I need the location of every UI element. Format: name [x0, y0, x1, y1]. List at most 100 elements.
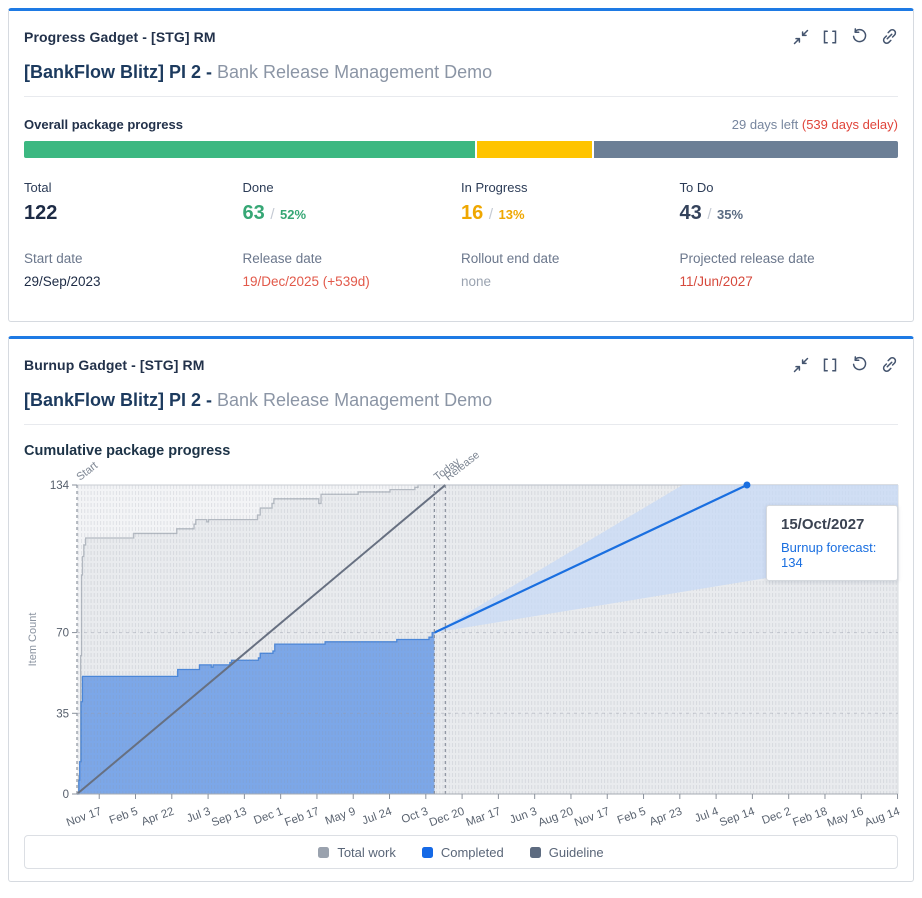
- stat-todo-label: To Do: [680, 180, 899, 195]
- progress-segment-done: [24, 141, 475, 158]
- progress-segment-todo: [594, 141, 898, 158]
- x-tick-10: Dec 20: [428, 806, 466, 830]
- x-tick-18: Sep 14: [718, 805, 757, 829]
- x-tick-17: Jul 4: [693, 805, 720, 825]
- x-tick-8: Jul 24: [361, 805, 395, 827]
- package-title: [BankFlow Blitz] PI 2 - Bank Release Man…: [24, 62, 898, 83]
- burnup-gadget-header: Burnup Gadget - [STG] RM: [24, 356, 898, 373]
- stat-done-label: Done: [243, 180, 462, 195]
- gadget-toolbar: [793, 28, 898, 45]
- legend-label: Completed: [441, 845, 504, 860]
- overall-progress-label: Overall package progress: [24, 117, 183, 132]
- legend-swatch-guideline: [530, 847, 541, 858]
- x-tick-21: May 16: [826, 806, 866, 830]
- release-date: Release date 19/Dec/2025 (+539d): [243, 251, 462, 289]
- chart-tooltip: 15/Oct/2027 Burnup forecast: 134: [766, 505, 898, 581]
- start-date: Start date 29/Sep/2023: [24, 251, 243, 289]
- collapse-icon[interactable]: [793, 29, 809, 45]
- rollout-end-date-label: Rollout end date: [461, 251, 680, 266]
- release-date-value: 19/Dec/2025 (+539d): [243, 274, 462, 289]
- legend-swatch-completed: [422, 847, 433, 858]
- package-name: [BankFlow Blitz] PI 2 -: [24, 62, 217, 82]
- refresh-icon[interactable]: [851, 356, 868, 373]
- x-tick-22: Aug 14: [863, 805, 902, 829]
- package-title: [BankFlow Blitz] PI 2 - Bank Release Man…: [24, 390, 898, 411]
- chart-title: Cumulative package progress: [24, 443, 898, 459]
- stat-inprogress-value: 16: [461, 202, 483, 224]
- x-tick-13: Aug 20: [537, 806, 575, 830]
- package-description: Bank Release Management Demo: [217, 390, 492, 410]
- legend-total-work: Total work: [318, 845, 396, 860]
- y-tick-35: 35: [56, 708, 69, 720]
- stat-done-value: 63: [243, 202, 265, 224]
- projected-release-date-label: Projected release date: [680, 251, 899, 266]
- stat-inprogress-pct: 13%: [499, 207, 525, 222]
- legend-guideline: Guideline: [530, 845, 604, 860]
- stat-total: Total 122: [24, 180, 243, 225]
- stat-inprogress-label: In Progress: [461, 180, 680, 195]
- marker-label-start: Start: [74, 460, 100, 484]
- x-tick-5: Dec 1: [252, 806, 284, 828]
- start-date-label: Start date: [24, 251, 243, 266]
- x-axis-labels: Nov 17Feb 5Apr 22Jul 3Sep 13Dec 1Feb 17M…: [65, 794, 902, 830]
- stat-total-label: Total: [24, 180, 243, 195]
- x-tick-20: Feb 18: [791, 806, 829, 830]
- collapse-icon[interactable]: [793, 357, 809, 373]
- burnup-gadget-card: Burnup Gadget - [STG] RM [BankFlow Blitz…: [8, 336, 914, 882]
- x-tick-1: Feb 5: [108, 806, 140, 827]
- legend-label: Total work: [337, 845, 396, 860]
- days-left-value: 29 days left: [732, 117, 802, 132]
- divider: [24, 424, 898, 425]
- fullscreen-icon[interactable]: [822, 29, 838, 45]
- gadget-title: Burnup Gadget - [STG] RM: [24, 357, 205, 373]
- legend-label: Guideline: [549, 845, 604, 860]
- overall-progress-bar: [24, 141, 898, 158]
- dates-row: Start date 29/Sep/2023 Release date 19/D…: [24, 251, 898, 289]
- x-tick-12: Jun 3: [508, 806, 539, 827]
- tooltip-forecast-value: Burnup forecast: 134: [781, 540, 883, 570]
- stat-done: Done 63 / 52%: [243, 180, 462, 225]
- tooltip-date: 15/Oct/2027: [781, 516, 883, 533]
- progress-segment-inprogress: [477, 141, 593, 158]
- y-axis-labels: 03570134: [50, 480, 77, 801]
- package-name: [BankFlow Blitz] PI 2 -: [24, 390, 217, 410]
- days-left-text: 29 days left (539 days delay): [732, 117, 898, 132]
- refresh-icon[interactable]: [851, 28, 868, 45]
- legend-swatch-total-work: [318, 847, 329, 858]
- rollout-end-date-value: none: [461, 274, 680, 289]
- release-date-label: Release date: [243, 251, 462, 266]
- progress-gadget-header: Progress Gadget - [STG] RM: [24, 28, 898, 45]
- slash: /: [270, 206, 274, 223]
- link-icon[interactable]: [881, 356, 898, 373]
- projected-release-date: Projected release date 11/Jun/2027: [680, 251, 899, 289]
- rollout-end-date: Rollout end date none: [461, 251, 680, 289]
- stat-inprogress: In Progress 16 / 13%: [461, 180, 680, 225]
- x-tick-2: Apr 22: [140, 806, 176, 829]
- burnup-chart-area: StartTodayRelease03570134Nov 17Feb 5Apr …: [24, 461, 898, 829]
- y-axis-title: Item Count: [27, 613, 39, 667]
- slash: /: [489, 206, 493, 223]
- fullscreen-icon[interactable]: [822, 357, 838, 373]
- stat-todo: To Do 43 / 35%: [680, 180, 899, 225]
- x-tick-4: Sep 13: [210, 806, 248, 830]
- x-tick-19: Dec 2: [760, 806, 792, 828]
- stats-row: Total 122 Done 63 / 52% In Progress 16 /…: [24, 180, 898, 225]
- stat-todo-pct: 35%: [717, 207, 743, 222]
- chart-legend: Total work Completed Guideline: [24, 835, 898, 869]
- link-icon[interactable]: [881, 28, 898, 45]
- stat-total-value: 122: [24, 202, 243, 225]
- y-tick-70: 70: [56, 628, 69, 640]
- x-tick-16: Apr 23: [648, 806, 684, 829]
- start-date-value: 29/Sep/2023: [24, 274, 243, 289]
- slash: /: [707, 206, 711, 223]
- stat-todo-value: 43: [680, 202, 702, 224]
- divider: [24, 96, 898, 97]
- y-tick-0: 0: [63, 789, 69, 801]
- x-tick-11: Mar 17: [465, 806, 503, 830]
- progress-gadget-card: Progress Gadget - [STG] RM [BankFlow Bli…: [8, 8, 914, 322]
- x-tick-15: Feb 5: [616, 806, 648, 827]
- x-tick-9: Oct 3: [400, 806, 430, 827]
- gadget-toolbar: [793, 356, 898, 373]
- legend-completed: Completed: [422, 845, 504, 860]
- x-tick-6: Feb 17: [283, 806, 321, 830]
